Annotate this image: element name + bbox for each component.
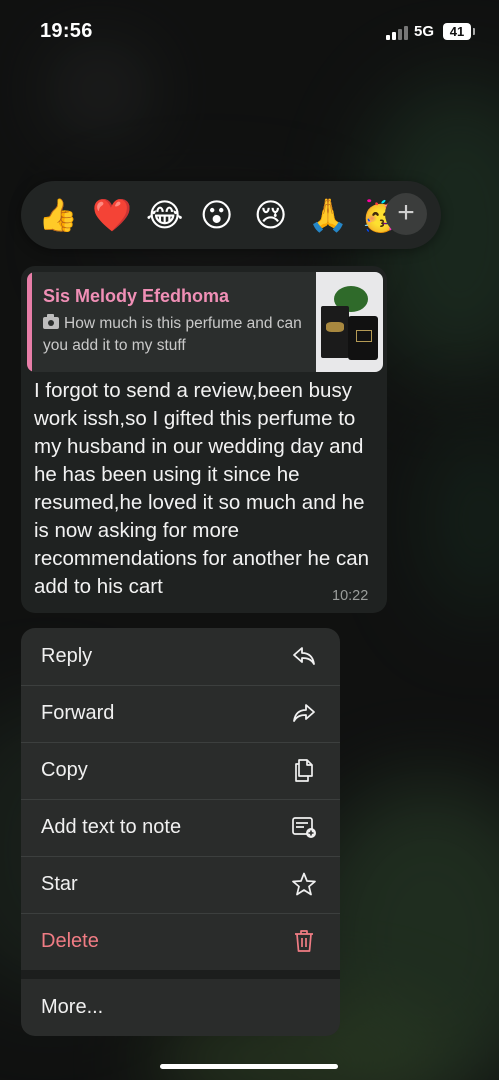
menu-item-label: More... bbox=[41, 996, 104, 1018]
menu-item-label: Delete bbox=[41, 930, 99, 952]
add-reaction-button[interactable]: + bbox=[385, 193, 427, 235]
menu-item-copy[interactable]: Copy bbox=[21, 742, 340, 799]
copy-icon bbox=[295, 759, 313, 782]
reply-icon bbox=[293, 647, 315, 665]
menu-item-label: Add text to note bbox=[41, 816, 182, 838]
network-type: 5G bbox=[414, 23, 435, 40]
quoted-photo-thumbnail[interactable] bbox=[316, 272, 383, 372]
quoted-text-body: How much is this perfume and can you add… bbox=[43, 315, 302, 354]
menu-item-reply[interactable]: Reply bbox=[21, 628, 340, 685]
quoted-text: How much is this perfume and can you add… bbox=[43, 313, 311, 357]
thumbs-up-reaction[interactable]: 👍 bbox=[38, 197, 78, 233]
forward-icon bbox=[293, 704, 315, 722]
sad-reaction[interactable]: 😢 bbox=[254, 197, 287, 233]
context-menu: Reply Forward Copy Add text to note Star… bbox=[21, 628, 340, 1036]
perfume-bottle-shape bbox=[348, 316, 378, 360]
wow-reaction[interactable]: 😮 bbox=[200, 197, 233, 233]
menu-item-label: Star bbox=[41, 873, 78, 895]
battery-icon: 41 bbox=[443, 23, 475, 40]
status-time: 19:56 bbox=[40, 20, 93, 42]
home-indicator[interactable] bbox=[160, 1064, 338, 1069]
trash-icon bbox=[295, 930, 313, 952]
reaction-bar: 👍 ❤️ 😂 😮 😢 🙏 🥳 bbox=[21, 181, 441, 249]
star-icon bbox=[292, 872, 316, 896]
note-add-icon bbox=[292, 817, 316, 838]
menu-item-label: Reply bbox=[41, 645, 93, 667]
menu-item-more[interactable]: More... bbox=[21, 979, 340, 1036]
menu-item-forward[interactable]: Forward bbox=[21, 685, 340, 742]
message-timestamp: 10:22 bbox=[332, 588, 369, 604]
menu-item-label: Forward bbox=[41, 702, 115, 724]
perfume-box-shape bbox=[321, 306, 349, 358]
camera-icon bbox=[43, 314, 59, 329]
quoted-sender-name: Sis Melody Efedhoma bbox=[43, 286, 230, 306]
pray-reaction[interactable]: 🙏 bbox=[308, 197, 348, 233]
heart-reaction[interactable]: ❤️ bbox=[92, 197, 132, 233]
menu-item-add-to-note[interactable]: Add text to note bbox=[21, 799, 340, 856]
signal-icon bbox=[386, 26, 410, 40]
menu-item-label: Copy bbox=[41, 759, 88, 781]
quote-accent-bar bbox=[27, 272, 32, 372]
menu-group-separator bbox=[21, 970, 340, 979]
menu-item-delete[interactable]: Delete bbox=[21, 913, 340, 970]
status-bar: 19:56 5G 41 bbox=[0, 0, 499, 60]
message-text: I forgot to send a review,been busy work… bbox=[34, 379, 370, 598]
laugh-reaction[interactable]: 😂 bbox=[146, 197, 183, 233]
menu-item-star[interactable]: Star bbox=[21, 856, 340, 913]
